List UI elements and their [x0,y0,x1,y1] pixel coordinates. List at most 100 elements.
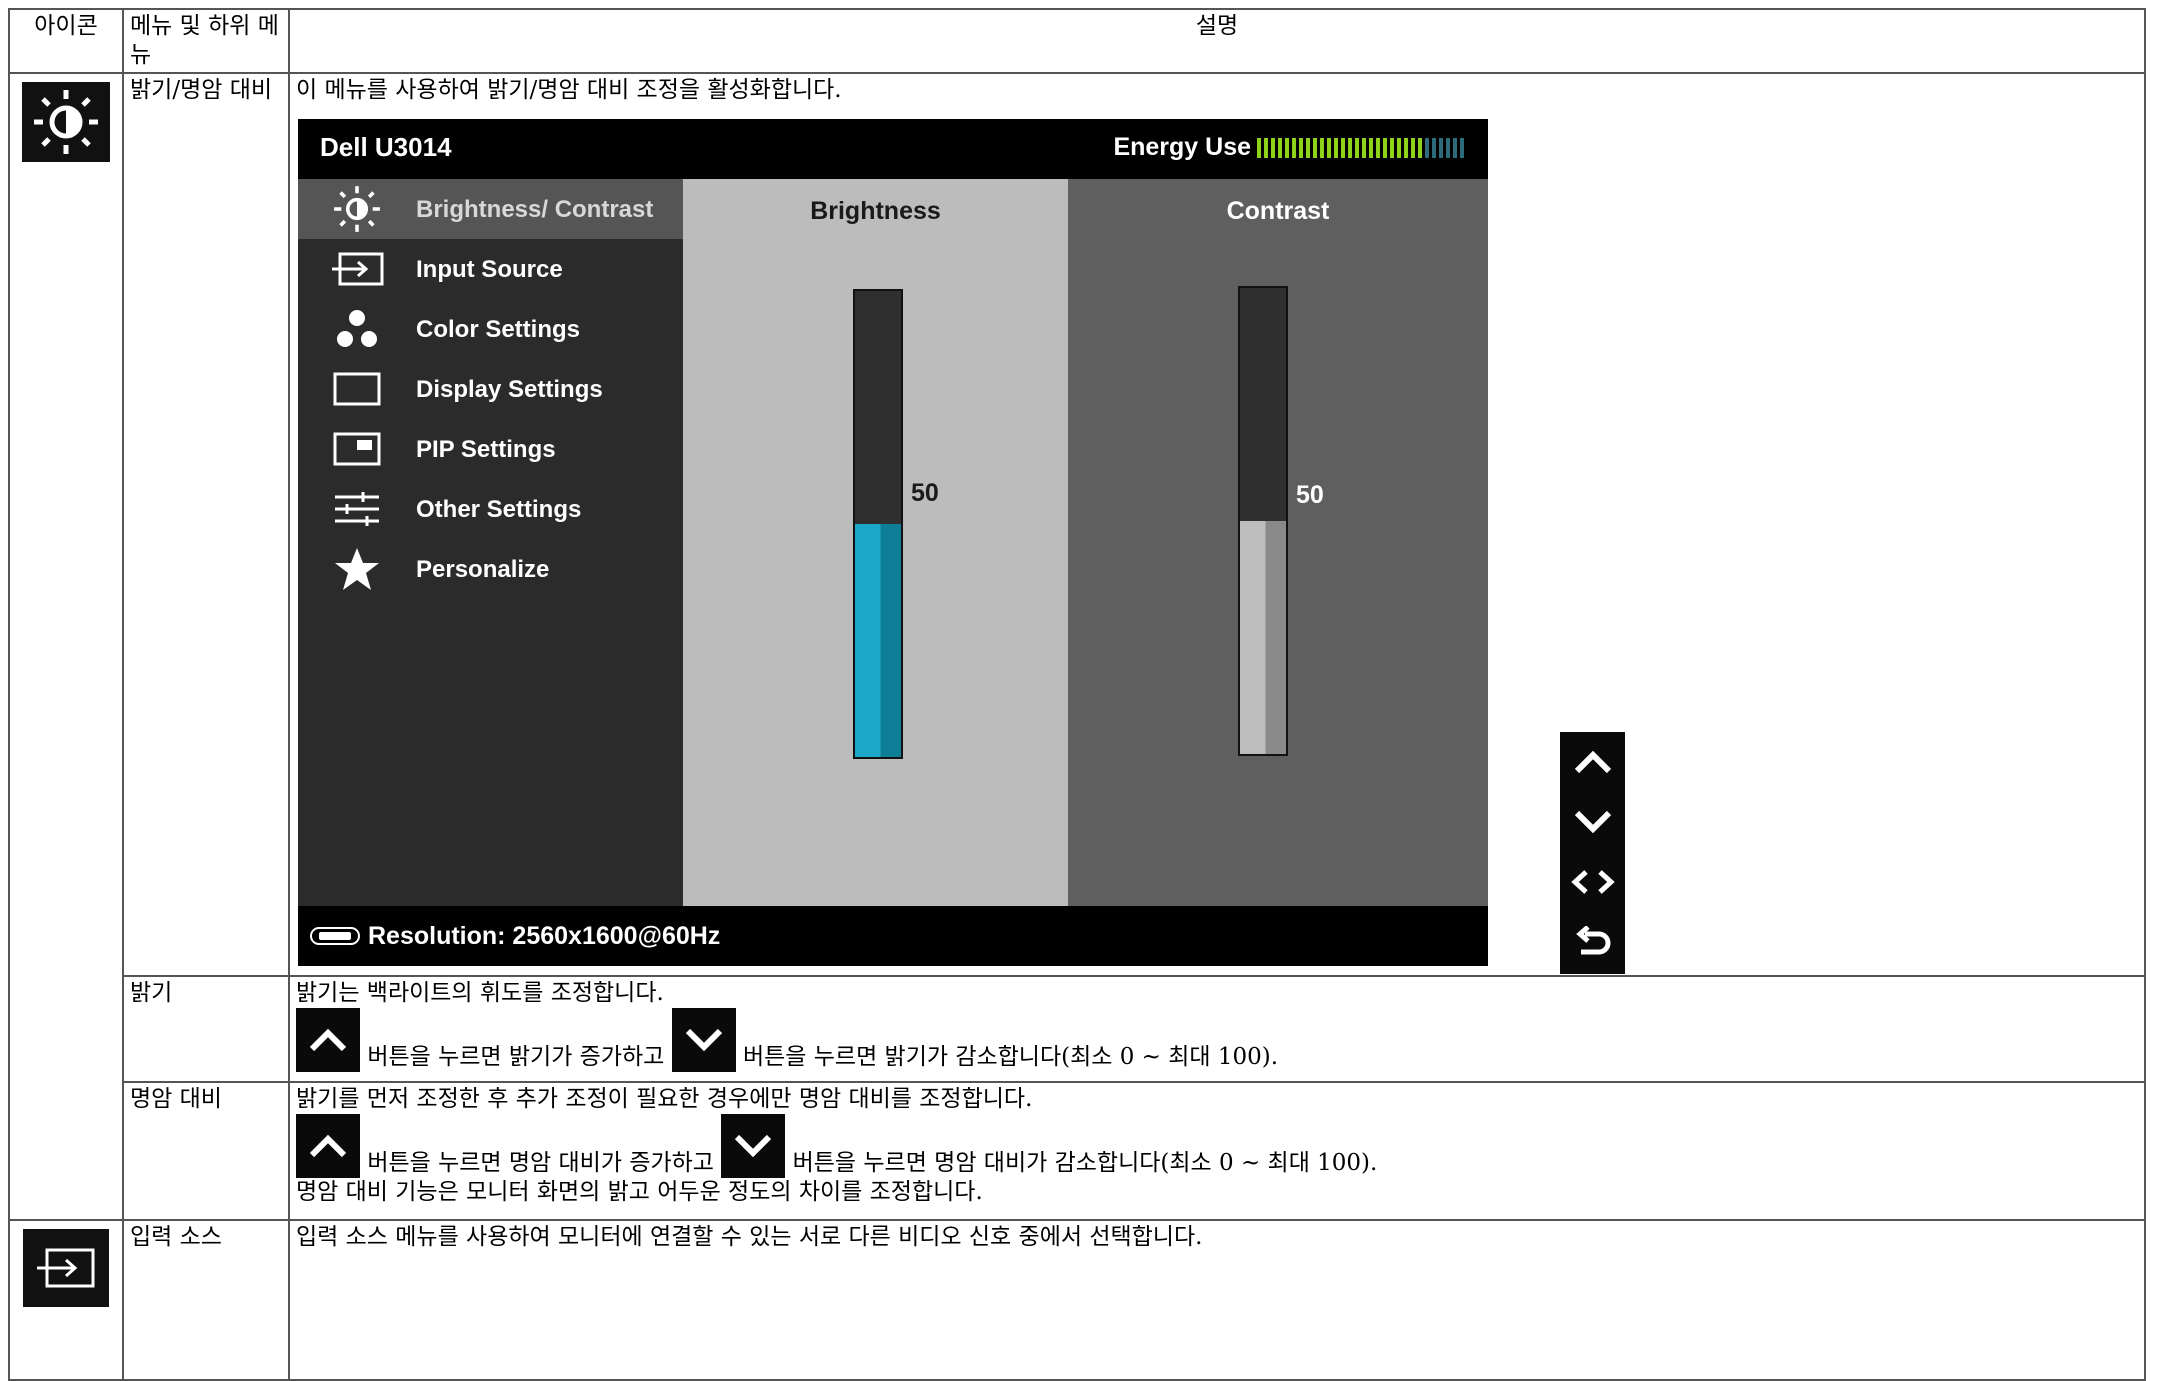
osd-main-menu: Brightness/ Contrast Input Source Color … [298,179,683,906]
energy-bar-segment [1376,137,1380,158]
up-arrow-icon[interactable] [1560,732,1625,792]
energy-bar-segment [1362,137,1366,158]
brightness-desc-line1: 밝기는 백라이트의 휘도를 조정합니다. [296,980,664,1006]
contrast-slider-fill [1240,521,1286,754]
energy-bar-segment [1460,137,1464,158]
brightness-panel: Brightness 50 [683,179,1068,906]
energy-bar-segment [1320,137,1324,158]
brightness-desc-line2b: 버튼을 누르면 밝기가 감소합니다(최소 0 ~ 최대 100). [742,1044,1279,1070]
up-arrow-icon [296,1114,360,1178]
brightness-contrast-icon [22,82,110,162]
osd-footer: Resolution: 2560x1600@60Hz [298,906,1488,966]
contrast-value: 50 [1296,481,1324,509]
down-arrow-icon[interactable] [1560,792,1625,852]
header-icon: 아이콘 [8,8,124,74]
osd-model-title: Dell U3014 [320,132,452,162]
manual-page: 아이콘 메뉴 및 하위 메뉴 설명 밝기/명암 대비 이 메뉴를 사용하여 밝기… [0,0,2170,1381]
brightness-contrast-icon-cell [8,72,124,1221]
menu-contrast: 명암 대비 [122,1081,290,1221]
osd-menu-label: Other Settings [416,495,582,523]
brightness-title: Brightness [810,197,941,225]
menu-input-source: 입력 소스 [122,1219,290,1381]
osd-menu-display-settings[interactable]: Display Settings [298,359,683,419]
other-settings-icon [298,491,416,527]
energy-bar-segment [1432,137,1436,158]
osd-menu-pip-settings[interactable]: PIP Settings [298,419,683,479]
osd-menu-other-settings[interactable]: Other Settings [298,479,683,539]
energy-bar-segment [1271,137,1275,158]
desc-brightness-contrast: 이 메뉴를 사용하여 밝기/명암 대비 조정을 활성화합니다. Dell U30… [288,72,2146,977]
desc-input-source: 입력 소스 메뉴를 사용하여 모니터에 연결할 수 있는 서로 다른 비디오 신… [288,1219,2146,1381]
energy-bar-segment [1257,137,1261,158]
energy-bar-segment [1404,137,1408,158]
osd-menu-color-settings[interactable]: Color Settings [298,299,683,359]
energy-bar-segment [1418,137,1422,158]
desc-contrast: 밝기를 먼저 조정한 후 추가 조정이 필요한 경우에만 명암 대비를 조정합니… [288,1081,2146,1221]
back-icon[interactable] [1560,912,1625,972]
osd-menu-table: 아이콘 메뉴 및 하위 메뉴 설명 밝기/명암 대비 이 메뉴를 사용하여 밝기… [8,8,2146,1381]
contrast-title: Contrast [1226,197,1330,225]
energy-use-indicator: Energy Use [1113,133,1464,162]
resolution-text: Resolution: 2560x1600@60Hz [368,921,721,950]
brightness-slider[interactable] [853,289,903,759]
energy-bar-segment [1264,137,1268,158]
energy-bar-segment [1348,137,1352,158]
header-menu: 메뉴 및 하위 메뉴 [122,8,290,74]
color-settings-icon [298,309,416,349]
down-arrow-icon [671,1008,736,1072]
energy-bar-segment [1334,137,1338,158]
menu-brightness-contrast: 밝기/명암 대비 [122,72,290,977]
energy-bar-segment [1285,137,1289,158]
osd-menu-label: Brightness/ Contrast [416,195,654,223]
energy-bar-segment [1397,137,1401,158]
energy-bar-segment [1306,137,1310,158]
osd-menu-label: Color Settings [416,315,581,343]
energy-bar-segment [1355,137,1359,158]
energy-bar-segment [1411,137,1415,158]
osd-screenshot: Dell U3014 Energy Use Brightness/ Contra… [298,119,1488,966]
menu-brightness: 밝기 [122,975,290,1083]
up-arrow-icon [296,1008,360,1072]
pip-settings-icon [298,432,416,466]
contrast-panel: Contrast 50 [1068,179,1488,906]
down-arrow-icon [721,1114,786,1178]
brightness-slider-fill [855,524,901,757]
header-desc: 설명 [288,8,2146,74]
energy-bar-segment [1446,137,1450,158]
contrast-desc-line3: 명암 대비 기능은 모니터 화면의 밝고 어두운 정도의 차이를 조정합니다. [296,1179,983,1205]
contrast-slider[interactable] [1238,286,1288,756]
contrast-desc-line1: 밝기를 먼저 조정한 후 추가 조정이 필요한 경우에만 명암 대비를 조정합니… [296,1086,1033,1112]
energy-bar-segment [1383,137,1387,158]
osd-menu-brightness-contrast[interactable]: Brightness/ Contrast [298,179,683,239]
energy-bar-segment [1369,137,1373,158]
energy-bar-segment [1453,137,1457,158]
desc-brightness-contrast-text: 이 메뉴를 사용하여 밝기/명암 대비 조정을 활성화합니다. [296,77,842,103]
energy-bar-segment [1299,137,1303,158]
osd-menu-input-source[interactable]: Input Source [298,239,683,299]
energy-bar-segment [1390,137,1394,158]
contrast-desc-line2b: 버튼을 누르면 명암 대비가 감소합니다(최소 0 ~ 최대 100). [792,1150,1378,1176]
input-source-icon [23,1229,109,1307]
osd-menu-label: Personalize [416,555,550,583]
energy-bar-segment [1313,137,1317,158]
energy-bar-segment [1278,137,1282,158]
star-icon [298,547,416,591]
desc-brightness: 밝기는 백라이트의 휘도를 조정합니다. 버튼을 누르면 밝기가 증가하고 버튼… [288,975,2146,1083]
input-source-icon-cell [8,1219,124,1381]
brightness-desc-line2a: 버튼을 누르면 밝기가 증가하고 [367,1044,665,1070]
brightness-desc-line2: 버튼을 누르면 밝기가 증가하고 버튼을 누르면 밝기가 감소합니다(최소 0 … [296,1008,2138,1072]
contrast-desc-line2a: 버튼을 누르면 명암 대비가 증가하고 [367,1150,714,1176]
energy-use-bars [1257,137,1464,158]
energy-bar-segment [1425,137,1429,158]
display-settings-icon [298,372,416,406]
osd-menu-label: Display Settings [416,375,603,403]
energy-bar-segment [1439,137,1443,158]
left-right-arrow-icon[interactable] [1560,852,1625,912]
contrast-desc-line2: 버튼을 누르면 명암 대비가 증가하고 버튼을 누르면 명암 대비가 감소합니다… [296,1114,2138,1178]
osd-menu-personalize[interactable]: Personalize [298,539,683,599]
energy-bar-segment [1292,137,1296,158]
brightness-value: 50 [911,479,939,507]
energy-bar-segment [1341,137,1345,158]
osd-menu-label: Input Source [416,255,563,283]
resolution-connector-icon [310,925,360,947]
